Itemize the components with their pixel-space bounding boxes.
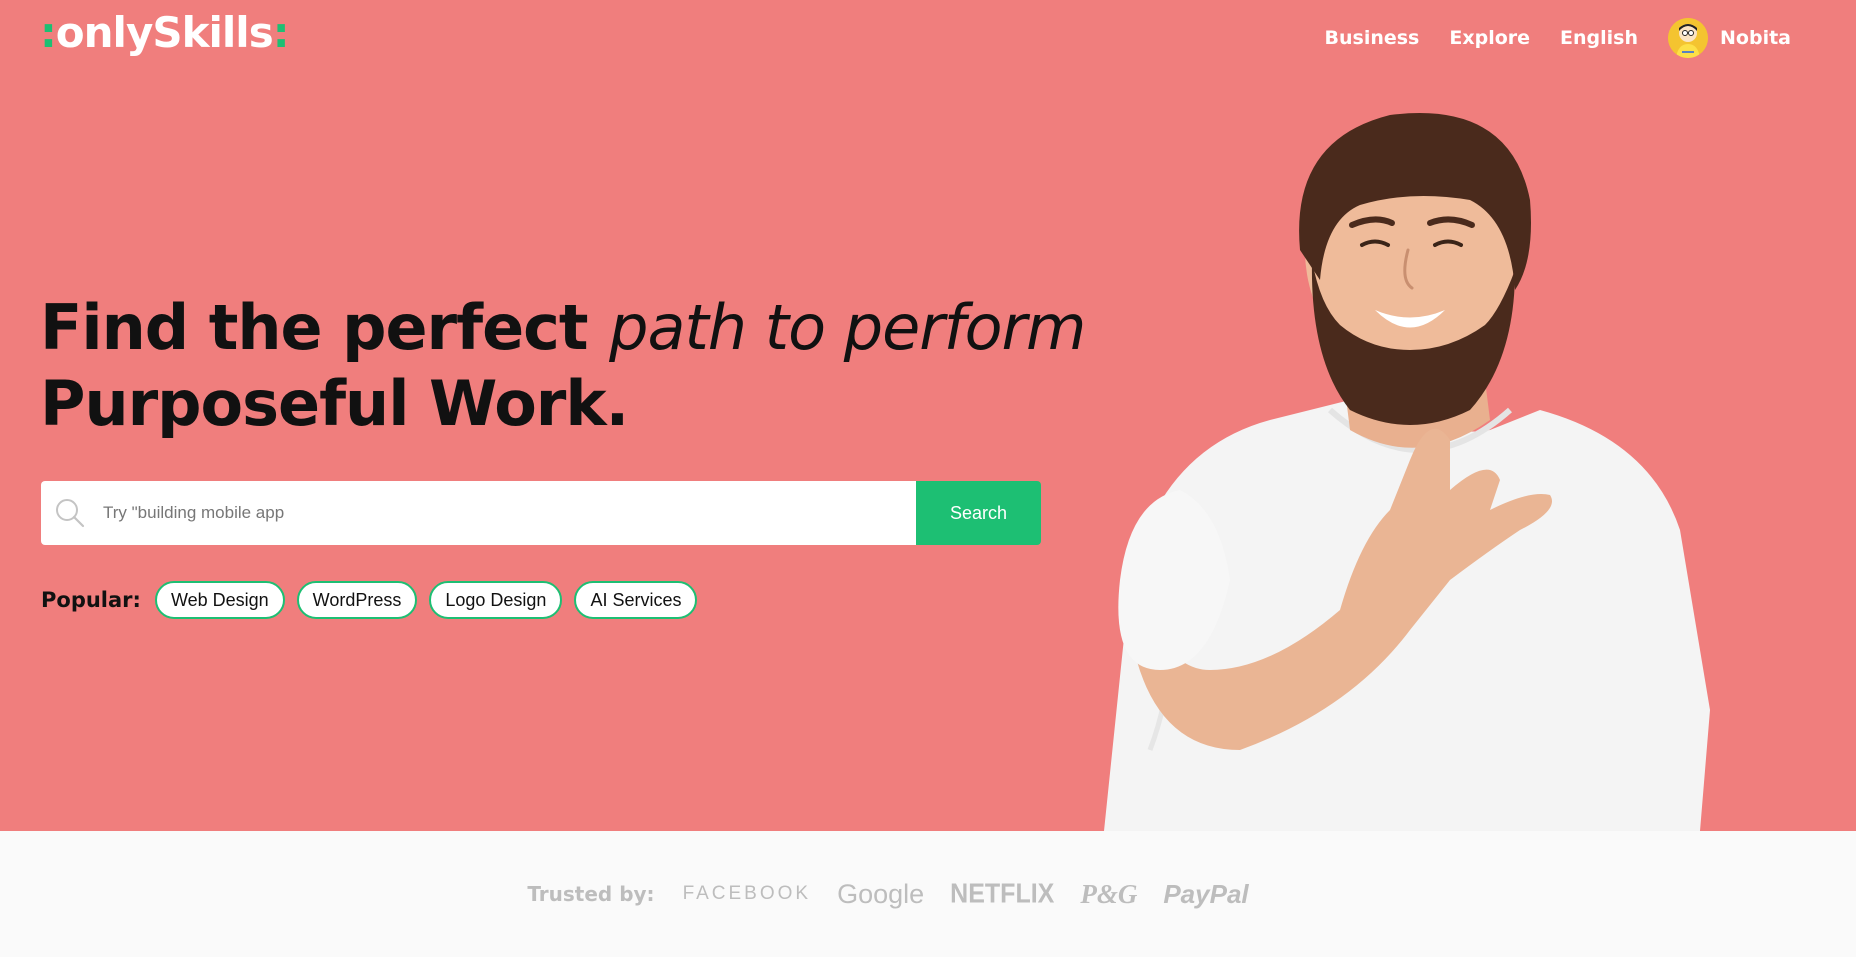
logo-text: onlySkills bbox=[55, 8, 274, 57]
search-input[interactable] bbox=[103, 481, 916, 545]
hero-section: :onlySkills: Business Explore English No… bbox=[0, 0, 1856, 831]
search-button[interactable]: Search bbox=[916, 481, 1041, 545]
brand-logo-pg: P&G bbox=[1080, 878, 1138, 909]
hero-person-image bbox=[1104, 113, 1710, 831]
search-field bbox=[41, 481, 916, 545]
top-nav: Business Explore English Nobita bbox=[1325, 18, 1791, 58]
headline-line-two: Purposeful Work. bbox=[40, 367, 629, 440]
avatar bbox=[1668, 18, 1709, 58]
nav-link-business[interactable]: Business bbox=[1325, 27, 1420, 49]
popular-tag-logo-design[interactable]: Logo Design bbox=[429, 581, 563, 619]
brand-logo-paypal: PayPal bbox=[1163, 878, 1249, 909]
search-icon bbox=[56, 499, 85, 528]
brand-logo-google: Google bbox=[837, 878, 925, 909]
popular-label: Popular: bbox=[41, 588, 141, 612]
headline-bold: Find the perfect bbox=[40, 291, 589, 364]
user-menu[interactable]: Nobita bbox=[1668, 18, 1791, 58]
popular-tag-ai-services[interactable]: AI Services bbox=[574, 581, 698, 619]
hero-headline: Find the perfect path to perform Purpose… bbox=[40, 290, 1086, 442]
search-bar: Search bbox=[41, 481, 1041, 545]
nav-link-explore[interactable]: Explore bbox=[1449, 27, 1530, 49]
headline-italic: path to perform bbox=[609, 291, 1086, 364]
popular-tag-wordpress[interactable]: WordPress bbox=[296, 581, 418, 619]
brand-logo-netflix: NETFLIX bbox=[950, 878, 1055, 909]
trusted-by-bar: Trusted by: FACEBOOK Google NETFLIX P&G … bbox=[0, 831, 1856, 957]
logo-prefix-dot: : bbox=[40, 8, 57, 57]
brand-logo-facebook: FACEBOOK bbox=[682, 883, 812, 904]
popular-tags: Popular: Web Design WordPress Logo Desig… bbox=[41, 581, 698, 619]
user-name: Nobita bbox=[1720, 27, 1791, 49]
nav-link-language[interactable]: English bbox=[1560, 27, 1638, 49]
trusted-by-label: Trusted by: bbox=[527, 882, 655, 906]
site-logo[interactable]: :onlySkills: bbox=[40, 8, 289, 57]
logo-suffix-dot: : bbox=[272, 8, 290, 57]
popular-tag-web-design[interactable]: Web Design bbox=[154, 581, 285, 619]
